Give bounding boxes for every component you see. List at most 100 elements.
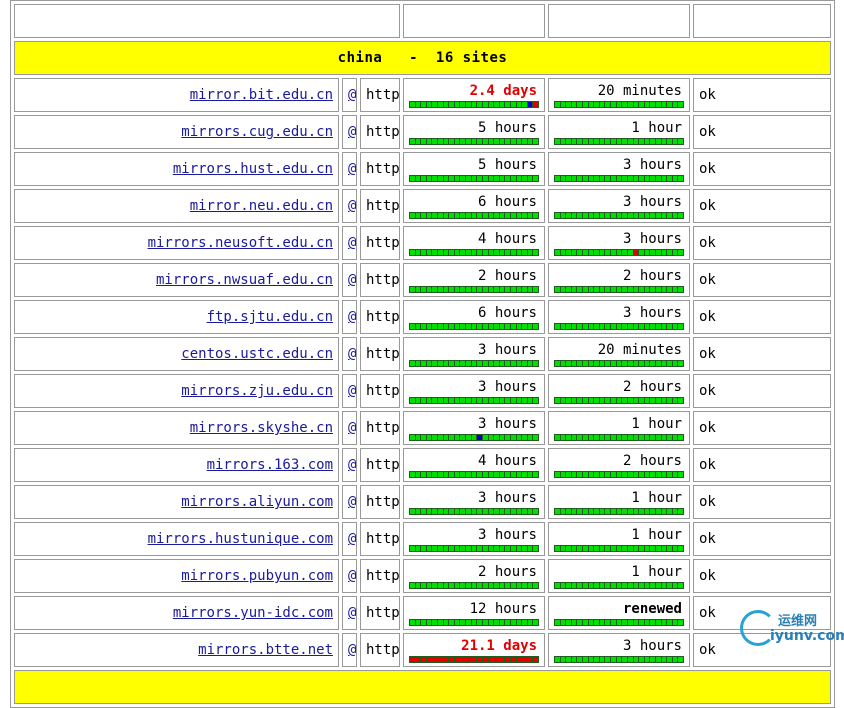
bar-segment	[622, 397, 627, 403]
bar-segment	[605, 656, 611, 662]
host-cell: mirrors.skyshe.cn	[14, 411, 339, 445]
mirror-host-link[interactable]: mirrors.hust.edu.cn	[173, 161, 333, 177]
mirror-at-link[interactable]: @	[348, 235, 356, 251]
last-update-history-bar	[409, 137, 539, 145]
bar-segment	[650, 286, 655, 292]
bar-segment	[555, 101, 560, 107]
status-cell: ok	[693, 559, 831, 593]
mirror-host-link[interactable]: mirrors.btte.net	[198, 642, 333, 658]
bar-segment	[555, 138, 560, 144]
bar-segment	[678, 323, 684, 329]
bar-segment	[644, 360, 650, 366]
bar-segment	[633, 545, 639, 551]
bar-segment	[432, 656, 438, 662]
bar-segment	[499, 212, 505, 218]
mirror-at-link[interactable]: @	[348, 605, 356, 621]
bar-segment	[533, 434, 539, 440]
bar-segment	[522, 138, 527, 144]
mirror-host-link[interactable]: mirrors.nwsuaf.edu.cn	[156, 272, 333, 288]
mirror-at-link[interactable]: @	[348, 272, 356, 288]
mirror-at-link[interactable]: @	[348, 420, 356, 436]
mirror-at-link[interactable]: @	[348, 87, 356, 103]
bar-segment	[555, 619, 560, 625]
bar-segment	[655, 471, 661, 477]
bar-segment	[488, 471, 494, 477]
bar-segment	[594, 286, 599, 292]
mirror-at-link[interactable]: @	[348, 161, 356, 177]
bar-segment	[499, 249, 505, 255]
bar-segment	[583, 434, 588, 440]
bar-segment	[639, 656, 644, 662]
bar-segment	[639, 212, 644, 218]
footer-row	[14, 670, 831, 704]
bar-segment	[672, 471, 678, 477]
mirror-at-link[interactable]: @	[348, 531, 356, 547]
last-update-history-bar	[409, 581, 539, 589]
last-check-history-bar	[554, 507, 684, 515]
bar-segment	[449, 101, 454, 107]
bar-segment	[449, 360, 454, 366]
bar-segment	[616, 323, 622, 329]
bar-segment	[471, 471, 477, 477]
mirror-host-link[interactable]: mirror.neu.edu.cn	[190, 198, 333, 214]
bar-segment	[415, 323, 421, 329]
last-check-history-bar	[554, 544, 684, 552]
mirror-host-link[interactable]: mirrors.cug.edu.cn	[181, 124, 333, 140]
bar-segment	[566, 656, 571, 662]
mirror-at-link[interactable]: @	[348, 494, 356, 510]
bar-segment	[577, 101, 583, 107]
bar-segment	[410, 212, 415, 218]
bar-segment	[566, 508, 571, 514]
bar-segment	[594, 582, 599, 588]
mirror-host-link[interactable]: mirrors.pubyun.com	[181, 568, 333, 584]
bar-segment	[655, 323, 661, 329]
mirror-host-link[interactable]: ftp.sjtu.edu.cn	[207, 309, 333, 325]
mirror-host-link[interactable]: mirrors.skyshe.cn	[190, 420, 333, 436]
bar-segment	[661, 582, 667, 588]
bar-segment	[533, 656, 539, 662]
bar-segment	[421, 434, 426, 440]
mirror-at-link[interactable]: @	[348, 309, 356, 325]
bar-segment	[616, 656, 622, 662]
bar-segment	[415, 508, 421, 514]
last-check-cell: 3 hours	[548, 300, 690, 334]
mirror-at-link[interactable]: @	[348, 198, 356, 214]
mirror-at-link[interactable]: @	[348, 124, 356, 140]
mirror-at-link[interactable]: @	[348, 383, 356, 399]
host-cell: mirrors.btte.net	[14, 633, 339, 667]
bar-segment	[678, 434, 684, 440]
bar-segment	[460, 619, 466, 625]
last-update-history-bar	[409, 544, 539, 552]
last-check-cell: 3 hours	[548, 189, 690, 223]
mirror-host-link[interactable]: mirrors.neusoft.edu.cn	[148, 235, 333, 251]
mirror-at-link[interactable]: @	[348, 457, 356, 473]
bar-segment	[577, 582, 583, 588]
mirror-at-link[interactable]: @	[348, 568, 356, 584]
last-check-age: 1 hour	[631, 526, 682, 543]
bar-segment	[555, 656, 560, 662]
bar-segment	[471, 323, 477, 329]
bar-segment	[460, 397, 466, 403]
mirror-host-link[interactable]: centos.ustc.edu.cn	[181, 346, 333, 362]
mirror-host-link[interactable]: mirrors.hustunique.com	[148, 531, 333, 547]
mirror-host-link[interactable]: mirrors.zju.edu.cn	[181, 383, 333, 399]
mirror-host-link[interactable]: mirrors.163.com	[207, 457, 333, 473]
last-update-cell: 2 hours	[403, 559, 545, 593]
bar-segment	[471, 434, 477, 440]
bar-segment	[667, 175, 672, 181]
bar-segment	[426, 656, 432, 662]
bar-segment	[672, 286, 678, 292]
bar-segment	[633, 397, 639, 403]
mirror-at-link[interactable]: @	[348, 346, 356, 362]
mirror-host-link[interactable]: mirror.bit.edu.cn	[190, 87, 333, 103]
mirror-host-link[interactable]: mirrors.yun-idc.com	[173, 605, 333, 621]
protocol-cell: http	[360, 337, 400, 371]
bar-segment	[466, 249, 471, 255]
bar-segment	[650, 323, 655, 329]
bar-segment	[583, 397, 588, 403]
bar-segment	[494, 249, 499, 255]
last-update-cell: 4 hours	[403, 226, 545, 260]
bar-segment	[438, 545, 443, 551]
mirror-at-link[interactable]: @	[348, 642, 356, 658]
mirror-host-link[interactable]: mirrors.aliyun.com	[181, 494, 333, 510]
